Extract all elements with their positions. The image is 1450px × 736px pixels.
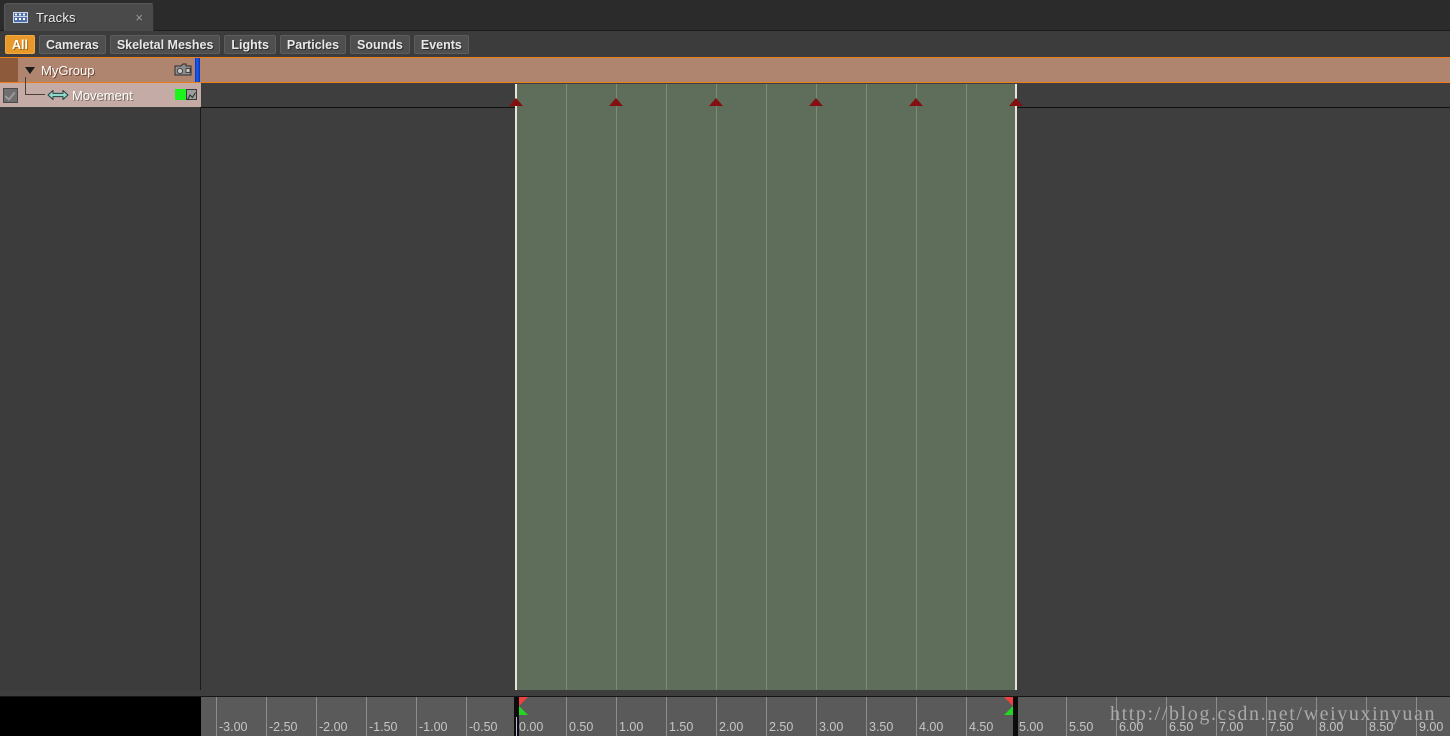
ruler-tick-label: 0.50 [569, 720, 594, 734]
timeline-body[interactable] [201, 108, 1450, 696]
track-active-indicator[interactable] [175, 89, 186, 100]
range-end-edge[interactable] [1015, 108, 1017, 696]
ruler-tick-label: -1.50 [369, 720, 398, 734]
camera-group-icon[interactable] [174, 62, 192, 77]
ruler-tick-label: 8.00 [1319, 720, 1344, 734]
tab-bar: Tracks × [0, 0, 1450, 31]
ruler-ticks-area[interactable]: -3.00 -2.50 -2.00 -1.50 -1.00 -0.50 0.00 0.50 1.… [201, 697, 1450, 736]
filter-button-skeletal-meshes[interactable]: Skeletal Meshes [109, 34, 221, 54]
timeline-gridline [916, 108, 917, 696]
ruler-tick-label: 3.00 [819, 720, 844, 734]
timeline-gridline [566, 108, 567, 696]
tab-tracks[interactable]: Tracks × [4, 3, 154, 31]
timeline-gridline [616, 108, 617, 696]
ruler-tick-label: -2.00 [319, 720, 348, 734]
timeline-gridline [666, 108, 667, 696]
keyframe-marker[interactable] [509, 98, 523, 106]
timeline-gridline [666, 84, 667, 108]
timeline-ruler[interactable]: -3.00 -2.50 -2.00 -1.50 -1.00 -0.50 0.00 0.50 1.… [0, 696, 1450, 736]
ruler-tick-label: -1.00 [419, 720, 448, 734]
ruler-tick-label: 2.00 [719, 720, 744, 734]
loop-end-marker[interactable] [1004, 697, 1018, 736]
group-color-swatch [0, 58, 18, 82]
tracks-icon [13, 12, 28, 23]
group-row-header[interactable]: MyGroup [0, 58, 201, 82]
timeline-gridline [966, 108, 967, 696]
group-row-mygroup[interactable]: MyGroup [0, 57, 1450, 83]
timeline-gridline [966, 84, 967, 108]
ruler-tick-label: -0.50 [469, 720, 498, 734]
ruler-tick-label: 4.00 [919, 720, 944, 734]
timeline-gridline [866, 84, 867, 108]
filter-button-lights[interactable]: Lights [224, 34, 276, 54]
close-icon[interactable]: × [135, 11, 143, 24]
ruler-tick-label: 8.50 [1369, 720, 1394, 734]
keyframe-marker[interactable] [1009, 98, 1023, 106]
ruler-tick-label: 3.50 [869, 720, 894, 734]
loop-marker-top-triangle[interactable] [519, 697, 528, 706]
chevron-down-icon[interactable] [25, 66, 35, 74]
loop-marker-bottom-triangle[interactable] [1004, 706, 1013, 715]
tab-title: Tracks [36, 10, 76, 25]
track-enable-checkbox[interactable] [3, 87, 18, 103]
filter-button-particles[interactable]: Particles [279, 34, 347, 54]
timeline-gridline [566, 84, 567, 108]
filter-button-sounds[interactable]: Sounds [350, 34, 410, 54]
ruler-tick-label: 6.00 [1119, 720, 1144, 734]
filter-button-cameras[interactable]: Cameras [38, 34, 106, 54]
matinee-tracks-window: Tracks × All Cameras Skeletal Meshes Lights… [0, 0, 1450, 736]
keyframe-marker[interactable] [909, 98, 923, 106]
ruler-tick-label: 0.00 [519, 720, 544, 734]
ruler-tick-label: 2.50 [769, 720, 794, 734]
move-arrows-icon [47, 88, 69, 102]
filter-toolbar: All Cameras Skeletal Meshes Lights Particles… [0, 31, 1450, 57]
ruler-tick-label: 1.00 [619, 720, 644, 734]
track-label: Movement [72, 87, 133, 103]
ruler-tick-label: 6.50 [1169, 720, 1194, 734]
ruler-tick-label: 7.50 [1269, 720, 1294, 734]
ruler-tick-label: 9.00 [1419, 720, 1444, 734]
timeline-gridline [866, 108, 867, 696]
filter-button-all[interactable]: All [5, 34, 35, 54]
filter-button-events[interactable]: Events [413, 34, 469, 54]
timeline-gridline [816, 108, 817, 696]
ruler-tick-label: 7.00 [1219, 720, 1244, 734]
range-start-edge[interactable] [515, 108, 517, 696]
timeline-gridline [766, 108, 767, 696]
ruler-tick-label: 5.50 [1069, 720, 1094, 734]
keyframe-marker[interactable] [809, 98, 823, 106]
ruler-left-blank [0, 697, 201, 736]
ruler-tick-label: 1.50 [669, 720, 694, 734]
loop-marker-top-triangle[interactable] [1004, 697, 1013, 706]
ruler-tick-label: 4.50 [969, 720, 994, 734]
tree-connector-icon [21, 77, 47, 107]
timeline-track-strip[interactable] [201, 84, 1450, 108]
keyframe-marker[interactable] [709, 98, 723, 106]
keyframe-marker[interactable] [609, 98, 623, 106]
ruler-tick-label: 5.00 [1019, 720, 1044, 734]
timeline-gridline [766, 84, 767, 108]
track-list-panel [0, 57, 201, 696]
loop-marker-bottom-triangle[interactable] [519, 706, 528, 715]
track-curve-button[interactable] [186, 89, 197, 101]
group-selection-marker [195, 58, 200, 82]
track-row-movement[interactable]: Movement [0, 77, 201, 107]
group-label: MyGroup [41, 62, 95, 78]
ruler-tick-label: -2.50 [269, 720, 298, 734]
timeline-gridline [716, 108, 717, 696]
ruler-tick-label: -3.00 [219, 720, 248, 734]
playhead-line[interactable] [516, 717, 517, 736]
